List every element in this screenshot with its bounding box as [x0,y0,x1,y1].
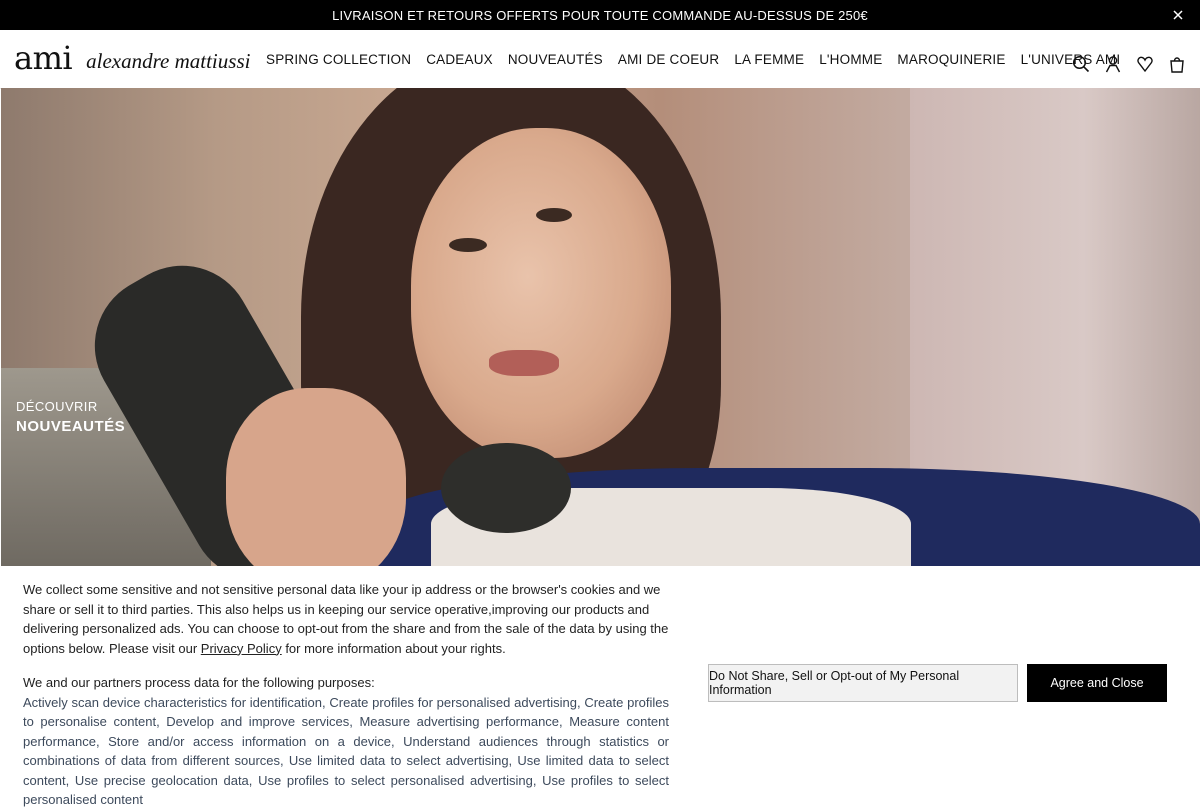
hero-model-lips [489,350,559,376]
nav-item-cadeaux[interactable]: CADEAUX [426,52,493,67]
consent-intro: We collect some sensitive and not sensit… [23,580,669,658]
nav-item-ami-de-coeur[interactable]: AMI DE COEUR [618,52,719,67]
privacy-policy-link[interactable]: Privacy Policy [201,641,282,656]
hero-receiver-earpiece [441,443,571,533]
nav-item-maroquinerie[interactable]: MAROQUINERIE [897,52,1005,67]
nav-item-spring-collection[interactable]: SPRING COLLECTION [266,52,411,67]
purposes-heading: We and our partners process data for the… [23,675,375,690]
brand-logo[interactable]: ami alexandre mattiussi [14,42,250,74]
header-icons [1072,55,1186,73]
cookie-consent-banner: We collect some sensitive and not sensit… [0,566,1200,807]
agree-and-close-button[interactable]: Agree and Close [1027,664,1167,702]
hero-title: NOUVEAUTÉS [16,418,126,435]
nav-item-lhomme[interactable]: L'HOMME [819,52,882,67]
hero-caption[interactable]: DÉCOUVRIR NOUVEAUTÉS [16,399,125,435]
logo-signature: alexandre mattiussi [86,49,251,73]
hero-model-eye [449,238,487,252]
promo-text: LIVRAISON ET RETOURS OFFERTS POUR TOUTE … [332,7,868,23]
promo-banner: LIVRAISON ET RETOURS OFFERTS POUR TOUTE … [0,0,1200,30]
hero-banner[interactable]: DÉCOUVRIR NOUVEAUTÉS [1,88,1200,566]
hero-model-hand [226,388,406,566]
purposes-list: Actively scan device characteristics for… [23,694,669,808]
site-header: ami alexandre mattiussi SPRING COLLECTIO… [0,30,1200,89]
account-icon[interactable] [1104,55,1122,73]
search-icon[interactable] [1072,55,1090,73]
consent-text-block: We collect some sensitive and not sensit… [23,580,669,810]
cart-icon[interactable] [1168,55,1186,73]
main-nav: SPRING COLLECTION CADEAUX NOUVEAUTÉS AMI… [266,30,1120,88]
opt-out-button[interactable]: Do Not Share, Sell or Opt-out of My Pers… [708,664,1018,702]
consent-intro-suffix: for more information about your rights. [281,640,506,656]
logo-wordmark: ami [14,39,73,77]
nav-item-nouveautes[interactable]: NOUVEAUTÉS [508,52,603,67]
wishlist-icon[interactable] [1136,55,1154,73]
hero-model-eye [536,208,572,222]
hero-model-face [411,128,671,458]
nav-item-la-femme[interactable]: LA FEMME [734,52,804,67]
hero-eyebrow: DÉCOUVRIR [16,399,98,414]
close-icon[interactable] [1170,7,1186,23]
